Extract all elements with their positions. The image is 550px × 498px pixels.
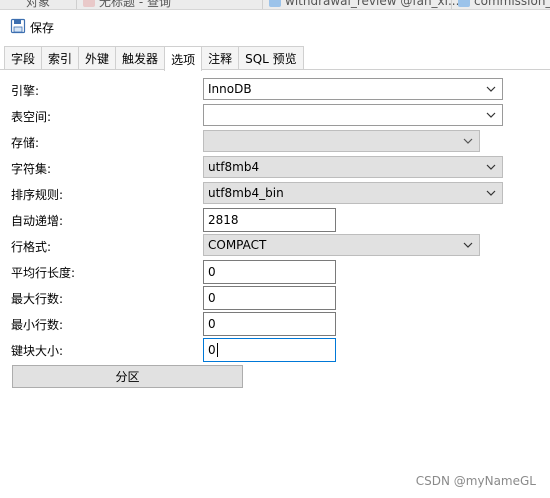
engine-label: 引擎:	[11, 84, 40, 98]
collation-label: 排序规则:	[11, 188, 64, 202]
save-label: 保存	[30, 20, 55, 35]
storage-select[interactable]	[203, 130, 480, 152]
charset-select[interactable]: utf8mb4	[203, 156, 503, 178]
max-rows-input[interactable]: 0	[203, 286, 336, 310]
key-block-size-input[interactable]: 0	[203, 338, 336, 362]
avg-row-length-value: 0	[208, 265, 216, 279]
tab-fields[interactable]: 字段	[4, 46, 43, 70]
collation-row: 排序规则: utf8mb4_bin	[0, 182, 550, 208]
charset-row: 字符集: utf8mb4	[0, 156, 550, 182]
partition-button[interactable]: 分区	[12, 365, 243, 388]
max-rows-value: 0	[208, 291, 216, 305]
auto-increment-label: 自动递增:	[11, 214, 64, 228]
watermark: CSDN @myNameGL	[415, 474, 536, 488]
avg-row-length-row: 平均行长度: 0	[0, 260, 550, 286]
min-rows-value: 0	[208, 317, 216, 331]
tab-label: SQL 预览	[245, 52, 297, 66]
row-format-value: COMPACT	[208, 238, 267, 252]
tab-label: 注释	[208, 52, 233, 66]
min-rows-input[interactable]: 0	[203, 312, 336, 336]
tab-divider	[0, 69, 550, 70]
doc-tab-label: 无标题 - 查询	[99, 0, 171, 9]
engine-select[interactable]: InnoDB	[203, 78, 503, 100]
document-tab-strip: 对象 无标题 - 查询 withdrawal_review @fan_xi...…	[0, 0, 550, 10]
doc-tab-query[interactable]: 无标题 - 查询	[76, 0, 177, 9]
engine-row: 引擎: InnoDB	[0, 78, 550, 104]
tab-label: 触发器	[122, 52, 159, 66]
save-icon	[10, 18, 26, 37]
tab-label: 选项	[171, 52, 196, 67]
charset-label: 字符集:	[11, 162, 52, 176]
storage-row: 存储:	[0, 130, 550, 156]
doc-tab-label: 对象	[26, 0, 51, 9]
auto-increment-input[interactable]: 2818	[203, 208, 336, 232]
collation-select[interactable]: utf8mb4_bin	[203, 182, 503, 204]
tab-label: 索引	[48, 52, 73, 66]
tab-label: 字段	[11, 52, 36, 66]
tablespace-label: 表空间:	[11, 110, 52, 124]
chevron-down-icon	[484, 81, 498, 97]
doc-tab-label: withdrawal_review @fan_xi...	[285, 0, 460, 8]
chevron-down-icon	[484, 185, 498, 201]
chevron-down-icon	[484, 107, 498, 123]
max-rows-label: 最大行数:	[11, 292, 64, 306]
doc-tab-withdrawal-review[interactable]: withdrawal_review @fan_xi...	[262, 0, 465, 9]
key-block-size-row: 键块大小: 0	[0, 338, 550, 364]
storage-label: 存储:	[11, 136, 40, 150]
toolbar: 保存	[0, 10, 550, 44]
doc-tab-commission[interactable]: commission_	[451, 0, 550, 9]
max-rows-row: 最大行数: 0	[0, 286, 550, 312]
key-block-size-value: 0	[208, 343, 216, 357]
property-tabs: 字段 索引 外键 触发器 选项 注释 SQL 预览	[4, 46, 304, 71]
avg-row-length-input[interactable]: 0	[203, 260, 336, 284]
table-icon	[269, 0, 281, 7]
tab-foreign-keys[interactable]: 外键	[78, 46, 117, 70]
table-icon	[458, 0, 470, 7]
collation-value: utf8mb4_bin	[208, 186, 284, 200]
save-button[interactable]: 保存	[6, 16, 58, 38]
avg-row-length-label: 平均行长度:	[11, 266, 76, 280]
chevron-down-icon	[461, 237, 475, 253]
tablespace-select[interactable]	[203, 104, 503, 126]
min-rows-row: 最小行数: 0	[0, 312, 550, 338]
doc-tab-objects[interactable]: 对象	[20, 0, 56, 9]
query-icon	[83, 0, 95, 7]
key-block-size-label: 键块大小:	[11, 344, 64, 358]
chevron-down-icon	[484, 159, 498, 175]
charset-value: utf8mb4	[208, 160, 260, 174]
doc-tab-label: commission_	[474, 0, 550, 8]
text-caret	[216, 343, 218, 357]
auto-increment-row: 自动递增: 2818	[0, 208, 550, 234]
auto-increment-value: 2818	[208, 213, 239, 227]
partition-label: 分区	[115, 370, 140, 384]
tab-sql-preview[interactable]: SQL 预览	[238, 46, 304, 70]
chevron-down-icon	[461, 133, 475, 149]
row-format-select[interactable]: COMPACT	[203, 234, 480, 256]
row-format-label: 行格式:	[11, 240, 52, 254]
tablespace-row: 表空间:	[0, 104, 550, 130]
tab-options[interactable]: 选项	[164, 46, 203, 71]
tab-label: 外键	[85, 52, 110, 66]
engine-value: InnoDB	[208, 82, 252, 96]
tab-indexes[interactable]: 索引	[41, 46, 80, 70]
tab-triggers[interactable]: 触发器	[115, 46, 166, 70]
min-rows-label: 最小行数:	[11, 318, 64, 332]
row-format-row: 行格式: COMPACT	[0, 234, 550, 260]
tab-comment[interactable]: 注释	[201, 46, 240, 70]
